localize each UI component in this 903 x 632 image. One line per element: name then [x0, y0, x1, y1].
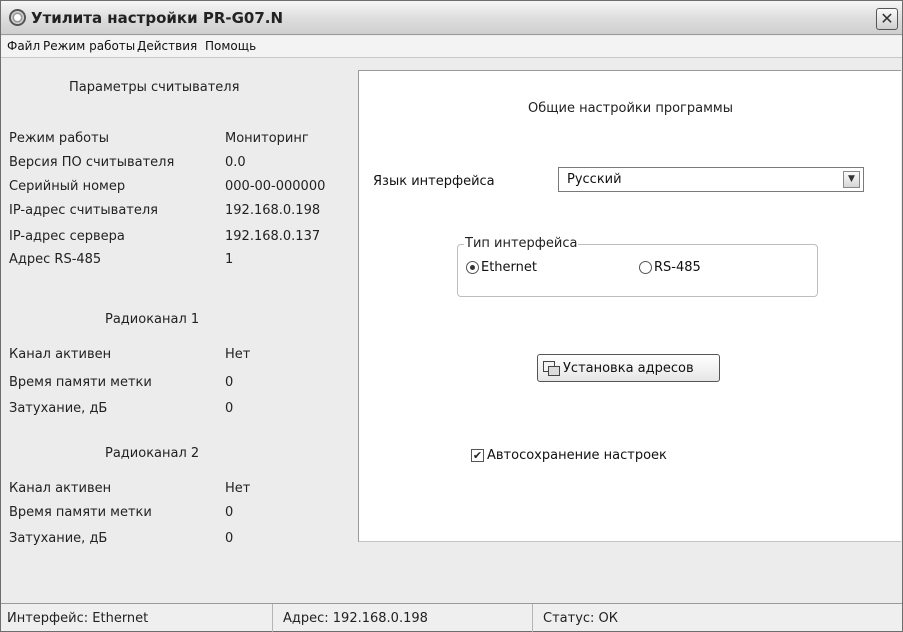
radio1-attenuation-label: Затухание, дБ: [9, 401, 108, 416]
menu-file[interactable]: Файл: [7, 39, 40, 53]
server-ip-value: 192.168.0.137: [225, 229, 321, 244]
language-select[interactable]: Русский ▼: [558, 167, 864, 192]
language-value: Русский: [567, 172, 622, 187]
radio1-active-value: Нет: [225, 347, 251, 362]
status-address: Адрес: 192.168.0.198: [273, 604, 533, 632]
serial-label: Серийный номер: [9, 179, 126, 194]
settings-title: Общие настройки программы: [528, 101, 733, 116]
radio1-memory-label: Время памяти метки: [9, 375, 152, 390]
radio1-section-title: Радиоканал 1: [105, 312, 200, 327]
app-icon: [9, 9, 26, 26]
app-window: Утилита настройки PR-G07.N ✕ Файл Режим …: [0, 0, 903, 632]
title-bar[interactable]: Утилита настройки PR-G07.N ✕: [1, 1, 902, 35]
radio2-section-title: Радиоканал 2: [105, 446, 200, 461]
close-icon: ✕: [880, 9, 894, 28]
autosave-label: Автосохранение настроек: [487, 448, 667, 463]
close-button[interactable]: ✕: [876, 8, 898, 30]
status-state: Статус: ОК: [543, 611, 619, 626]
set-addresses-label: Установка адресов: [563, 360, 694, 376]
radio1-active-label: Канал активен: [9, 347, 112, 362]
status-bar: Интерфейс: Ethernet Адрес: 192.168.0.198…: [1, 603, 902, 632]
radio-rs485[interactable]: RS-485: [639, 260, 701, 275]
radio2-memory-value: 0: [225, 505, 234, 520]
mode-value: Мониторинг: [225, 131, 309, 146]
firmware-value: 0.0: [225, 155, 246, 170]
radio2-active-value: Нет: [225, 481, 251, 496]
reader-ip-label: IP-адрес считывателя: [9, 203, 159, 218]
radio-rs485-label: RS-485: [654, 260, 701, 275]
radio-ethernet-label: Ethernet: [481, 260, 537, 275]
radio1-attenuation-value: 0: [225, 401, 234, 416]
autosave-checkbox[interactable]: ✔: [471, 449, 484, 462]
interface-type-legend: Тип интерфейса: [464, 236, 579, 251]
radio2-attenuation-label: Затухание, дБ: [9, 531, 108, 546]
window-title: Утилита настройки PR-G07.N: [31, 9, 284, 27]
reader-section-title: Параметры считывателя: [69, 80, 240, 95]
reader-info-panel: Параметры считывателя Режим работы Монит…: [7, 71, 347, 601]
server-ip-label: IP-адрес сервера: [9, 229, 125, 244]
radio-ethernet-indicator[interactable]: [466, 261, 479, 274]
serial-value: 000-00-000000: [225, 179, 326, 194]
radio2-active-label: Канал активен: [9, 481, 112, 496]
settings-panel: Общие настройки программы Язык интерфейс…: [358, 70, 901, 542]
menu-bar: Файл Режим работы Действия Помощь: [1, 36, 902, 58]
radio1-memory-value: 0: [225, 375, 234, 390]
radio2-memory-label: Время памяти метки: [9, 505, 152, 520]
set-addresses-button[interactable]: Установка адресов: [537, 354, 720, 382]
menu-actions[interactable]: Действия: [137, 39, 197, 53]
menu-mode[interactable]: Режим работы: [43, 39, 135, 53]
autosave-option[interactable]: ✔ Автосохранение настроек: [471, 448, 667, 463]
language-label: Язык интерфейса: [373, 174, 495, 189]
network-icon: [543, 361, 560, 376]
firmware-label: Версия ПО считывателя: [9, 155, 175, 170]
rs485-address-value: 1: [225, 252, 234, 267]
menu-help[interactable]: Помощь: [205, 39, 256, 53]
radio-rs485-indicator[interactable]: [639, 261, 652, 274]
rs485-address-label: Адрес RS-485: [9, 252, 102, 267]
interface-type-group: Тип интерфейса Ethernet RS-485: [457, 236, 818, 297]
chevron-down-icon[interactable]: ▼: [843, 171, 860, 188]
status-interface: Интерфейс: Ethernet: [1, 604, 273, 632]
mode-label: Режим работы: [9, 131, 109, 146]
radio2-attenuation-value: 0: [225, 531, 234, 546]
radio-ethernet[interactable]: Ethernet: [466, 260, 537, 275]
reader-ip-value: 192.168.0.198: [225, 203, 321, 218]
